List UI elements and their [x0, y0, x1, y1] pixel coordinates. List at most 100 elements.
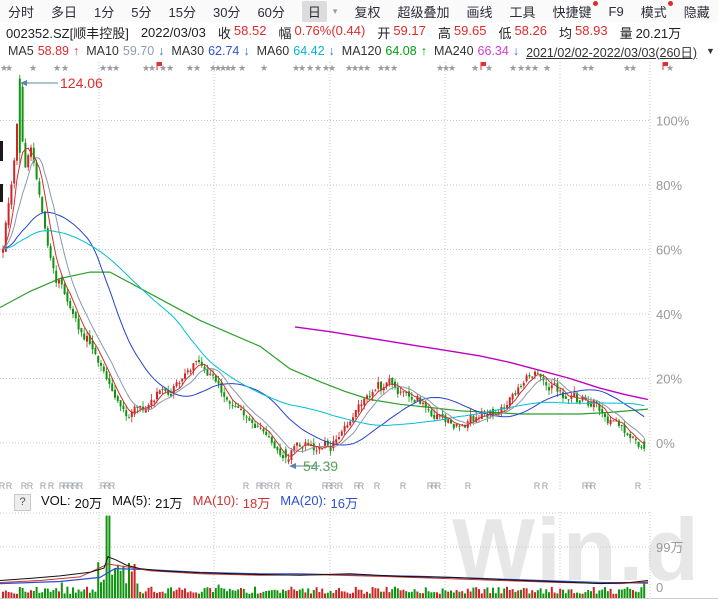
svg-text:80%: 80%	[656, 178, 682, 193]
svg-text:R: R	[109, 481, 116, 491]
toolbar: 分时 多日 1分 5分 15分 30分 60分 日 ▾ 复权 超级叠加 画线 工…	[0, 0, 718, 22]
svg-text:40%: 40%	[656, 307, 682, 322]
svg-text:★: ★	[314, 63, 322, 73]
button-shortcuts[interactable]: 快捷键	[553, 2, 592, 21]
ma60-line	[3, 231, 644, 426]
svg-text:★: ★	[238, 63, 246, 73]
svg-text:★: ★	[531, 63, 539, 73]
svg-text:R: R	[274, 481, 281, 491]
svg-text:★: ★	[306, 63, 314, 73]
tab-timeline[interactable]: 分时	[8, 2, 34, 21]
svg-text:★: ★	[229, 63, 237, 73]
svg-text:★: ★	[53, 63, 61, 73]
svg-text:★: ★	[29, 63, 37, 73]
svg-text:★: ★	[61, 63, 69, 73]
field-open: 开59.17	[377, 23, 426, 42]
tab-5min[interactable]: 5分	[131, 2, 151, 21]
svg-text:R: R	[358, 481, 365, 491]
ma120-legend: MA12064.08↑	[342, 44, 427, 58]
svg-text:★: ★	[193, 63, 201, 73]
ma10-legend: MA1059.70↓	[86, 44, 164, 58]
field-volume: 量20.21万	[620, 23, 682, 42]
vol-ma10: MA(10):18万	[193, 493, 271, 512]
svg-text:★: ★	[448, 63, 456, 73]
ma120-line	[0, 272, 648, 414]
svg-text:R: R	[400, 481, 407, 491]
field-high: 高59.65	[438, 23, 487, 42]
svg-text:★: ★	[629, 63, 637, 73]
symbol-name[interactable]: 002352.SZ[顺丰控股]	[6, 23, 129, 42]
period-high-annotation: 124.06	[20, 75, 103, 91]
volume-bars	[2, 516, 645, 598]
svg-text:★: ★	[390, 63, 398, 73]
svg-text:R: R	[6, 481, 13, 491]
tab-60min[interactable]: 60分	[257, 2, 284, 21]
svg-text:R: R	[542, 481, 549, 491]
svg-text:★: ★	[5, 63, 13, 73]
svg-text:R: R	[48, 481, 55, 491]
svg-text:R: R	[374, 481, 381, 491]
svg-text:0%: 0%	[656, 436, 675, 451]
svg-text:★: ★	[363, 63, 371, 73]
tab-multiday[interactable]: 多日	[51, 2, 77, 21]
svg-text:★: ★	[166, 63, 174, 73]
svg-text:★: ★	[148, 63, 156, 73]
vol-value: VOL:20万	[41, 493, 102, 512]
tab-1min[interactable]: 1分	[94, 2, 114, 21]
wind-terminal-window: Win.d 100%80%60%40%20%0%99万0★★★★★★★★★★★★…	[0, 0, 718, 599]
button-mode[interactable]: 模式	[641, 2, 667, 21]
field-avg: 均58.93	[559, 23, 608, 42]
vol-ma20: MA(20):16万	[280, 493, 358, 512]
svg-text:R: R	[27, 481, 34, 491]
period-low-annotation: 54.39	[289, 458, 338, 474]
period-dropdown-icon[interactable]: ▾	[333, 6, 338, 17]
tab-daily[interactable]: 日	[302, 1, 327, 22]
svg-text:★: ★	[298, 63, 306, 73]
event-star-icons[interactable]: ★★★★★★★★★★★★★★★★★★★★★★★★★★★★★★★★★★★★★★★★…	[0, 62, 674, 73]
ma240-line	[295, 327, 648, 400]
svg-text:★: ★	[328, 63, 336, 73]
svg-text:★: ★	[509, 63, 517, 73]
svg-text:R: R	[590, 481, 597, 491]
svg-text:★: ★	[112, 63, 120, 73]
svg-text:124.06: 124.06	[60, 75, 103, 91]
grid-layer	[0, 62, 718, 599]
ma240-legend: MA24066.34↓	[434, 44, 519, 58]
vol-ma5: MA(5):21万	[112, 493, 182, 512]
ma5-legend: MA558.89↑	[8, 44, 79, 58]
svg-text:★: ★	[471, 63, 479, 73]
right-axis: 100% 80% 60% 40% 20% 0% 99万 0	[656, 114, 690, 596]
svg-text:R: R	[243, 481, 250, 491]
svg-text:R: R	[465, 481, 472, 491]
volume-header: ? VOL:20万 MA(5):21万 MA(10):18万 MA(20):16…	[0, 492, 718, 512]
help-icon[interactable]: ?	[14, 494, 31, 511]
chevron-down-icon[interactable]: ▼	[706, 46, 715, 56]
svg-text:R: R	[77, 481, 84, 491]
svg-text:R: R	[286, 481, 293, 491]
button-hide[interactable]: 隐藏	[684, 2, 710, 21]
button-f9[interactable]: F9	[609, 4, 624, 19]
tab-30min[interactable]: 30分	[213, 2, 240, 21]
svg-text:20%: 20%	[656, 372, 682, 387]
quote-row: 002352.SZ[顺丰控股] 2022/03/03 收58.52 幅0.76%…	[0, 22, 718, 42]
svg-text:R: R	[534, 481, 541, 491]
svg-text:R: R	[337, 481, 344, 491]
tab-15min[interactable]: 15分	[169, 2, 196, 21]
ex-dividend-r-marks[interactable]: RRRRRRRRRRRRRRRRRRRRRRRRRRRRRRRRRRRRRR	[0, 481, 642, 491]
svg-text:60%: 60%	[656, 243, 682, 258]
candles-layer	[2, 75, 645, 465]
svg-text:0: 0	[656, 580, 663, 595]
button-tools[interactable]: 工具	[510, 2, 536, 21]
svg-text:★: ★	[485, 63, 493, 73]
button-adjust-price[interactable]: 复权	[354, 2, 380, 21]
field-low: 低58.26	[498, 23, 547, 42]
ma30-legend: MA3062.74↓	[171, 44, 249, 58]
date-range-selector[interactable]: 2021/02/02-2022/03/03(260日)	[526, 42, 697, 61]
svg-text:R: R	[635, 481, 642, 491]
svg-text:R: R	[435, 481, 442, 491]
svg-text:99万: 99万	[656, 540, 683, 555]
button-super-overlay[interactable]: 超级叠加	[397, 2, 449, 21]
button-draw-line[interactable]: 画线	[466, 2, 492, 21]
svg-text:100%: 100%	[656, 114, 690, 129]
svg-text:★: ★	[587, 63, 595, 73]
